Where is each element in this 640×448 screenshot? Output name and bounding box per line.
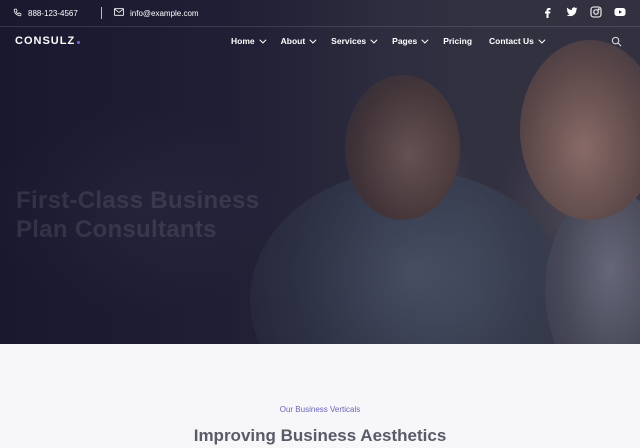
logo-text: CONSULZ	[15, 35, 76, 47]
nav-item-contact[interactable]: Contact Us	[489, 36, 546, 46]
phone-icon	[13, 8, 22, 19]
nav-item-pricing[interactable]: Pricing	[443, 36, 472, 46]
nav-divider	[0, 26, 640, 27]
search-button[interactable]	[611, 34, 622, 52]
nav-item-pages[interactable]: Pages	[392, 36, 429, 46]
nav-label-services: Services	[331, 36, 367, 46]
nav-label-contact: Contact Us	[489, 36, 534, 46]
nav-label-about: About	[280, 36, 306, 46]
nav-item-about[interactable]: About	[280, 36, 317, 46]
social-links	[542, 6, 626, 18]
chevron-down-icon	[309, 36, 317, 44]
facebook-icon[interactable]	[542, 6, 554, 18]
hero-banner: First-Class Business Plan Consultants	[0, 0, 640, 344]
topbar-divider	[101, 7, 102, 19]
main-nav: Home About Services Pages Pricing Contac…	[231, 36, 560, 46]
top-bar: 888-123-4567 info@example.com	[0, 0, 640, 26]
chevron-down-icon	[538, 36, 546, 44]
nav-label-pricing: Pricing	[443, 36, 473, 46]
nav-label-pages: Pages	[392, 36, 418, 46]
instagram-icon[interactable]	[590, 6, 602, 18]
twitter-icon[interactable]	[566, 6, 578, 18]
logo[interactable]: CONSULZ	[15, 35, 81, 47]
nav-label-home: Home	[231, 36, 255, 46]
youtube-icon[interactable]	[614, 6, 626, 18]
chevron-down-icon	[421, 36, 429, 44]
email-contact[interactable]: info@example.com	[114, 8, 199, 18]
mail-icon	[114, 8, 124, 18]
hero-overlay	[0, 0, 640, 344]
section-subtitle: Our Business Verticals	[279, 405, 361, 414]
search-icon	[611, 34, 622, 51]
email-address: info@example.com	[130, 8, 199, 18]
chevron-down-icon	[259, 36, 267, 44]
hero-heading: First-Class Business Plan Consultants	[16, 187, 260, 243]
phone-contact[interactable]: 888-123-4567	[13, 8, 78, 19]
chevron-down-icon	[370, 36, 378, 44]
logo-dot	[77, 41, 81, 44]
section-title: Improving Business Aesthetics	[193, 426, 447, 445]
nav-item-home[interactable]: Home	[231, 36, 267, 46]
phone-number: 888-123-4567	[28, 9, 78, 18]
nav-item-services[interactable]: Services	[331, 36, 378, 46]
